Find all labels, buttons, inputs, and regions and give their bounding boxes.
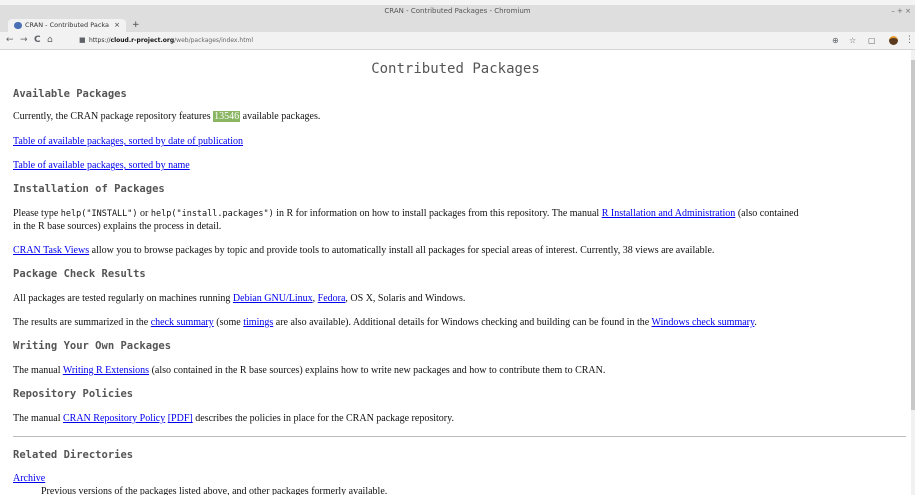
link-packages-by-name[interactable]: Table of available packages, sorted by n…: [13, 160, 190, 171]
text: All packages are tested regularly on mac…: [13, 293, 233, 304]
page-content: Contributed Packages Available Packages …: [0, 50, 911, 495]
window-titlebar: CRAN - Contributed Packages - Chromium –…: [0, 5, 915, 17]
code-help-install-packages: help("install.packages"): [150, 209, 274, 219]
text: (also contained in the R base sources) e…: [149, 365, 606, 376]
available-intro: Currently, the CRAN package repository f…: [13, 111, 320, 122]
link-writing-r-extensions[interactable]: Writing R Extensions: [63, 365, 149, 376]
link-cran-repository-policy[interactable]: CRAN Repository Policy: [63, 413, 165, 424]
window-title: CRAN - Contributed Packages - Chromium: [384, 7, 531, 15]
scrollbar-thumb[interactable]: [911, 60, 915, 410]
text: in R for information on how to install p…: [273, 208, 602, 219]
tab-strip: CRAN - Contributed Packa × +: [0, 17, 915, 32]
text: are also available). Additional details …: [273, 317, 652, 328]
close-tab-icon[interactable]: ×: [114, 19, 120, 32]
window-controls[interactable]: – + ×: [891, 5, 911, 17]
intro-text: Currently, the CRAN package repository f…: [13, 111, 214, 122]
profile-avatar[interactable]: [889, 36, 898, 45]
link-windows-check-summary[interactable]: Windows check summary: [652, 317, 755, 328]
installation-paragraph-1: Please type help("INSTALL") or help("ins…: [13, 208, 799, 219]
link-row-by-name: Table of available packages, sorted by n…: [13, 160, 190, 171]
text: allow you to browse packages by topic an…: [89, 245, 715, 256]
policies-paragraph: The manual CRAN Repository Policy [PDF] …: [13, 413, 454, 424]
url-host: cloud.r-project.org: [110, 37, 175, 44]
text: The manual: [13, 365, 63, 376]
url-scheme: https://: [89, 37, 111, 44]
tab-cran[interactable]: CRAN - Contributed Packa ×: [8, 19, 126, 32]
section-divider: [13, 436, 906, 437]
back-icon[interactable]: ←: [6, 32, 14, 49]
heading-installation: Installation of Packages: [13, 183, 165, 195]
link-timings[interactable]: timings: [243, 317, 273, 328]
zoom-icon[interactable]: ⊕: [832, 32, 839, 49]
new-tab-button[interactable]: +: [132, 19, 140, 32]
r-logo-icon: [14, 22, 22, 29]
text: describes the policies in place for the …: [192, 413, 454, 424]
writing-paragraph: The manual Writing R Extensions (also co…: [13, 365, 605, 376]
link-archive[interactable]: Archive: [13, 473, 45, 484]
text: or: [137, 208, 151, 219]
link-fedora[interactable]: Fedora: [318, 293, 346, 304]
heading-writing-packages: Writing Your Own Packages: [13, 340, 172, 352]
browser-toolbar: ← → C ⌂ ■ https://cloud.r-project.org/we…: [0, 32, 915, 50]
check-paragraph-1: All packages are tested regularly on mac…: [13, 293, 465, 304]
heading-repository-policies: Repository Policies: [13, 388, 134, 400]
extension-icon[interactable]: ▢: [868, 32, 876, 49]
installation-paragraph-1-cont: in the R base sources) explains the proc…: [13, 221, 222, 232]
link-row-by-date: Table of available packages, sorted by d…: [13, 136, 243, 147]
link-check-summary[interactable]: check summary: [151, 317, 214, 328]
home-icon[interactable]: ⌂: [47, 32, 53, 49]
bookmark-star-icon[interactable]: ☆: [849, 32, 856, 49]
link-policy-pdf[interactable]: [PDF]: [168, 413, 193, 424]
reload-icon[interactable]: C: [34, 32, 41, 49]
text: Please type: [13, 208, 61, 219]
heading-check-results: Package Check Results: [13, 268, 146, 280]
page-title: Contributed Packages: [371, 61, 540, 77]
forward-icon[interactable]: →: [20, 32, 28, 49]
text: (also contained: [735, 208, 799, 219]
url-path: /web/packages/index.html: [174, 37, 254, 44]
tab-title: CRAN - Contributed Packa: [25, 21, 110, 29]
archive-row: Archive: [13, 473, 45, 484]
text: The manual: [13, 413, 63, 424]
package-count: 13546: [213, 111, 241, 122]
text: , OS X, Solaris and Windows.: [345, 293, 466, 304]
lock-icon: ■: [79, 36, 86, 44]
check-paragraph-2: The results are summarized in the check …: [13, 317, 757, 328]
link-r-installation-admin[interactable]: R Installation and Administration: [602, 208, 736, 219]
code-help-install: help("INSTALL"): [60, 209, 138, 219]
link-cran-task-views[interactable]: CRAN Task Views: [13, 245, 89, 256]
vertical-scrollbar[interactable]: [911, 50, 915, 495]
menu-icon[interactable]: ⋮: [905, 32, 914, 49]
link-debian[interactable]: Debian GNU/Linux: [233, 293, 313, 304]
heading-related-directories: Related Directories: [13, 449, 134, 461]
link-packages-by-date[interactable]: Table of available packages, sorted by d…: [13, 136, 243, 147]
archive-description: Previous versions of the packages listed…: [41, 486, 388, 495]
address-bar[interactable]: https://cloud.r-project.org/web/packages…: [89, 32, 253, 49]
intro-text-end: available packages.: [240, 111, 321, 122]
text: .: [754, 317, 757, 328]
heading-available-packages: Available Packages: [13, 88, 127, 100]
task-views-paragraph: CRAN Task Views allow you to browse pack…: [13, 245, 714, 256]
text: The results are summarized in the: [13, 317, 151, 328]
text: (some: [213, 317, 244, 328]
